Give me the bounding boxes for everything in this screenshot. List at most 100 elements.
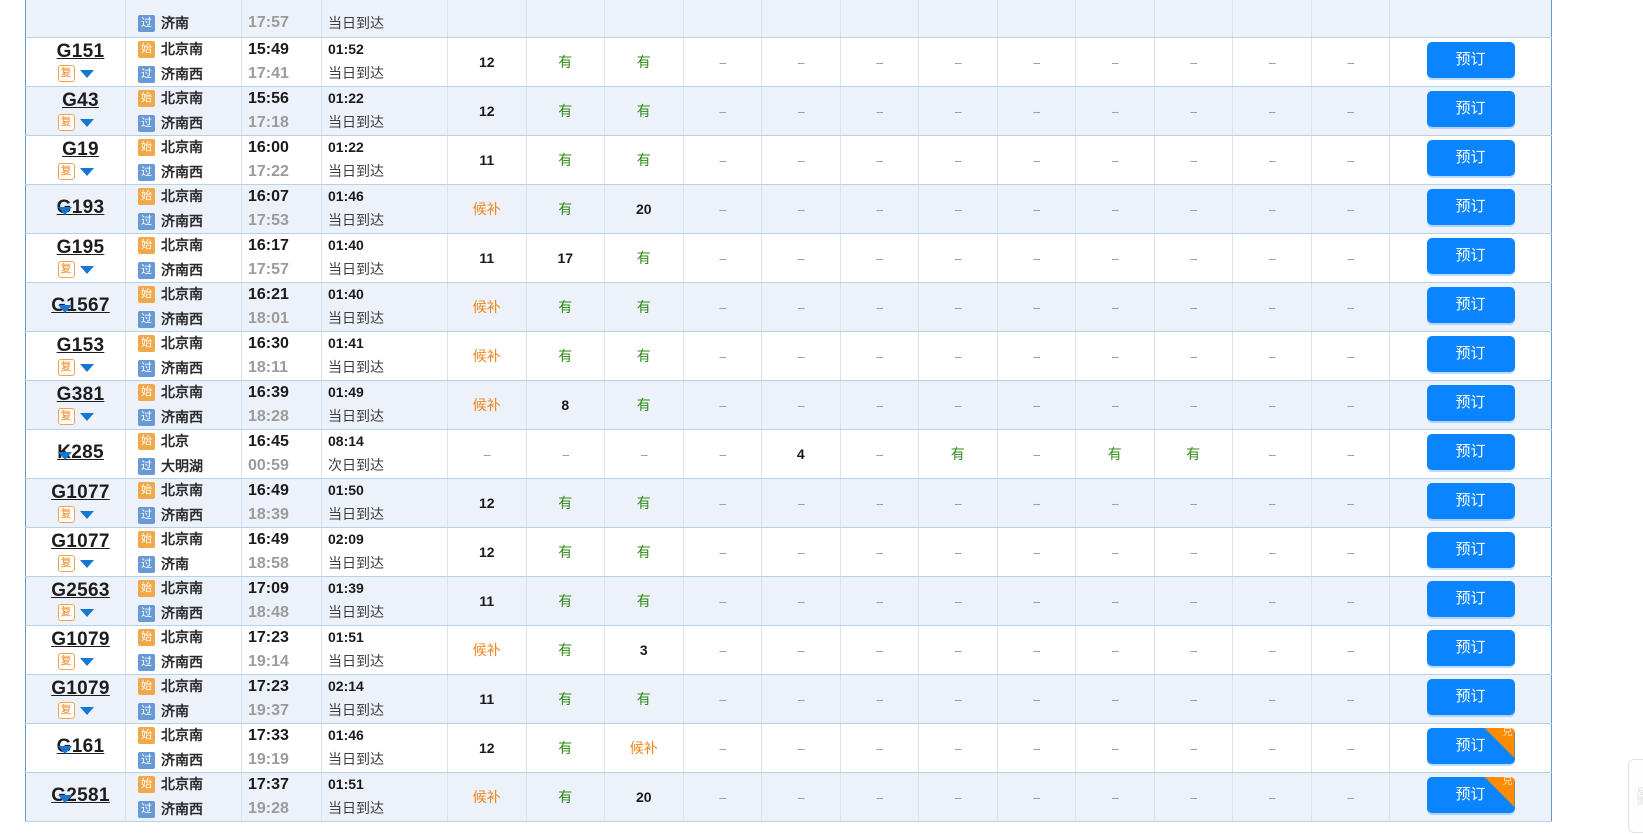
book-button[interactable]: 预订 [1426, 238, 1515, 274]
train-number-link[interactable]: G151 [57, 42, 105, 61]
station-cell: 始北京过大明湖 [125, 429, 242, 479]
table-row[interactable]: G1079 复 始北京南过济南西 17:23 19:14 01:51 当日到达 候补 有 3 -- -… [25, 625, 1552, 675]
chevron-down-icon[interactable] [79, 412, 94, 421]
departure-station-line: 始北京南 [138, 137, 203, 157]
seat-availability-cell: -- [1154, 184, 1233, 234]
chevron-down-icon[interactable] [57, 746, 72, 754]
book-button[interactable]: 预订 [1426, 336, 1515, 372]
book-button[interactable]: 预订 [1426, 189, 1515, 225]
seat-availability-cell: -- [1154, 37, 1233, 87]
book-button[interactable]: 预订 兑 [1426, 777, 1515, 813]
table-row[interactable]: G1079 复 始北京南过济南 17:23 19:37 02:14 当日到达 11 有 有 -- --… [25, 674, 1552, 724]
table-row[interactable]: G151 复 始北京南过济南西 15:49 17:41 01:52 当日到达 12 有 有 -- --… [25, 37, 1552, 87]
booking-cell: 预订 [1389, 331, 1552, 381]
chevron-down-icon[interactable] [79, 657, 94, 666]
table-row[interactable]: G19 复 始北京南过济南西 16:00 17:22 01:22 当日到达 11 有 有 -- -- -… [25, 135, 1552, 185]
seat-availability-value: -- [875, 201, 884, 217]
train-number-link[interactable]: G195 [57, 238, 105, 257]
table-row[interactable]: G193 始北京南过济南西 16:07 17:53 01:46 当日到达 候补有 20 -- --… [25, 184, 1552, 234]
seat-availability-cell: -- [683, 86, 762, 136]
train-number-link[interactable]: G381 [57, 385, 105, 404]
seat-availability-cell: -- [918, 86, 998, 136]
book-button[interactable]: 预订 [1426, 91, 1515, 127]
table-row[interactable]: 过济南 17:57 当日到达 [25, 0, 1552, 38]
table-row[interactable]: G1567 始北京南过济南西 16:21 18:01 01:40 当日到达 候补有有 -- --… [25, 282, 1552, 332]
chevron-down-icon[interactable] [57, 452, 72, 460]
seat-availability-cell: -- [761, 233, 841, 283]
seat-availability-cell: -- [761, 674, 841, 724]
arrival-station-line: 过济南西 [138, 113, 203, 133]
seat-availability-cell: -- [918, 233, 998, 283]
seat-availability-value: -- [797, 201, 805, 217]
chevron-down-icon[interactable] [79, 363, 94, 372]
train-number-link[interactable]: G1077 [51, 532, 110, 551]
train-number-link[interactable]: G19 [62, 140, 99, 159]
departure-station-name: 北京 [161, 433, 189, 449]
chevron-down-icon[interactable] [57, 795, 72, 803]
duration-cell: 01:22 当日到达 [321, 135, 448, 185]
chevron-down-icon[interactable] [57, 207, 72, 215]
chevron-down-icon[interactable] [79, 608, 94, 617]
seat-availability-cell: -- [1075, 674, 1155, 724]
chevron-down-icon[interactable] [79, 69, 94, 78]
seat-availability-cell: -- [1232, 772, 1312, 822]
book-button[interactable]: 预订 [1426, 630, 1515, 666]
seat-availability-value: -- [1189, 495, 1198, 511]
book-button[interactable]: 预订 [1426, 679, 1515, 715]
table-row[interactable]: K285 始北京过大明湖 16:45 00:59 08:14 次日到达 -- -- -- -- 4-… [25, 429, 1552, 479]
book-button[interactable]: 预订 兑 [1426, 728, 1515, 764]
book-button[interactable]: 预订 [1426, 532, 1515, 568]
table-row[interactable]: G2563 复 始北京南过济南西 17:09 18:48 01:39 当日到达 11 有 有 -- -… [25, 576, 1552, 626]
chevron-down-icon[interactable] [79, 510, 94, 519]
arrival-station-name: 济南西 [161, 654, 203, 670]
train-number-link[interactable]: G43 [62, 91, 99, 110]
departure-time: 16:21 [248, 285, 289, 303]
train-number-link[interactable]: G1079 [51, 630, 110, 649]
departure-station-line: 始北京南 [138, 186, 203, 206]
table-row[interactable]: G153 复 始北京南过济南西 16:30 18:11 01:41 当日到达 候补 有 有 -- --… [25, 331, 1552, 381]
departure-time: 16:45 [248, 432, 289, 450]
book-button[interactable]: 预订 [1426, 140, 1515, 176]
feedback-float-widget[interactable]: 反馈 [1628, 759, 1643, 833]
book-button[interactable]: 预订 [1426, 434, 1515, 470]
seat-availability-value: -- [718, 691, 727, 707]
chevron-down-icon[interactable] [79, 559, 94, 568]
chevron-down-icon[interactable] [79, 118, 94, 127]
book-button[interactable]: 预订 [1426, 42, 1515, 78]
book-button[interactable]: 预订 [1426, 287, 1515, 323]
time-cell: 16:45 00:59 [241, 429, 322, 479]
seat-availability-cell [1232, 0, 1312, 38]
train-number-cell: G1079 复 [25, 625, 126, 675]
table-row[interactable]: G161 始北京南过济南西 17:33 19:19 01:46 当日到达 12 有候补 -- --… [25, 723, 1552, 773]
table-row[interactable]: G43 复 始北京南过济南西 15:56 17:18 01:22 当日到达 12 有 有 -- -- -… [25, 86, 1552, 136]
departure-station-name: 北京南 [161, 188, 203, 204]
book-button[interactable]: 预订 [1426, 385, 1515, 421]
table-row[interactable]: G2581 始北京南过济南西 17:37 19:28 01:51 当日到达 候补有 20 -- -… [25, 772, 1552, 822]
booking-cell: 预订 [1389, 576, 1552, 626]
seat-availability-cell: -- [918, 576, 998, 626]
train-number-link[interactable]: G1079 [51, 679, 110, 698]
pass-station-icon: 过 [138, 163, 155, 181]
seat-availability-cell: -- [1154, 380, 1233, 430]
table-row[interactable]: G381 复 始北京南过济南西 16:39 18:28 01:49 当日到达 候补 8 有 -- --… [25, 380, 1552, 430]
book-button[interactable]: 预订 [1426, 483, 1515, 519]
chevron-down-icon[interactable] [79, 265, 94, 274]
seat-availability-cell: -- [1311, 429, 1390, 479]
book-button[interactable]: 预订 [1426, 581, 1515, 617]
seat-availability-cell: 有 [526, 576, 605, 626]
table-row[interactable]: G1077 复 始北京南过济南 16:49 18:58 02:09 当日到达 12 有 有 -- --… [25, 527, 1552, 577]
chevron-down-icon[interactable] [79, 706, 94, 715]
seat-availability-value: -- [718, 593, 727, 609]
table-row[interactable]: G195 复 始北京南过济南西 16:17 17:57 01:40 当日到达 11 17 有 -- -… [25, 233, 1552, 283]
train-number-link[interactable]: G153 [57, 336, 105, 355]
chevron-down-icon[interactable] [57, 305, 72, 313]
train-number-link[interactable]: G2563 [51, 581, 110, 600]
chevron-down-icon[interactable] [79, 167, 94, 176]
book-button-label: 预订 [1455, 786, 1486, 803]
time-cell: 17:57 [241, 0, 322, 38]
train-number-link[interactable]: G1077 [51, 483, 110, 502]
arrival-time: 18:48 [248, 603, 289, 621]
seat-availability-value: 候补 [472, 347, 501, 364]
pass-station-icon: 过 [138, 359, 155, 377]
table-row[interactable]: G1077 复 始北京南过济南西 16:49 18:39 01:50 当日到达 12 有 有 -- -… [25, 478, 1552, 528]
